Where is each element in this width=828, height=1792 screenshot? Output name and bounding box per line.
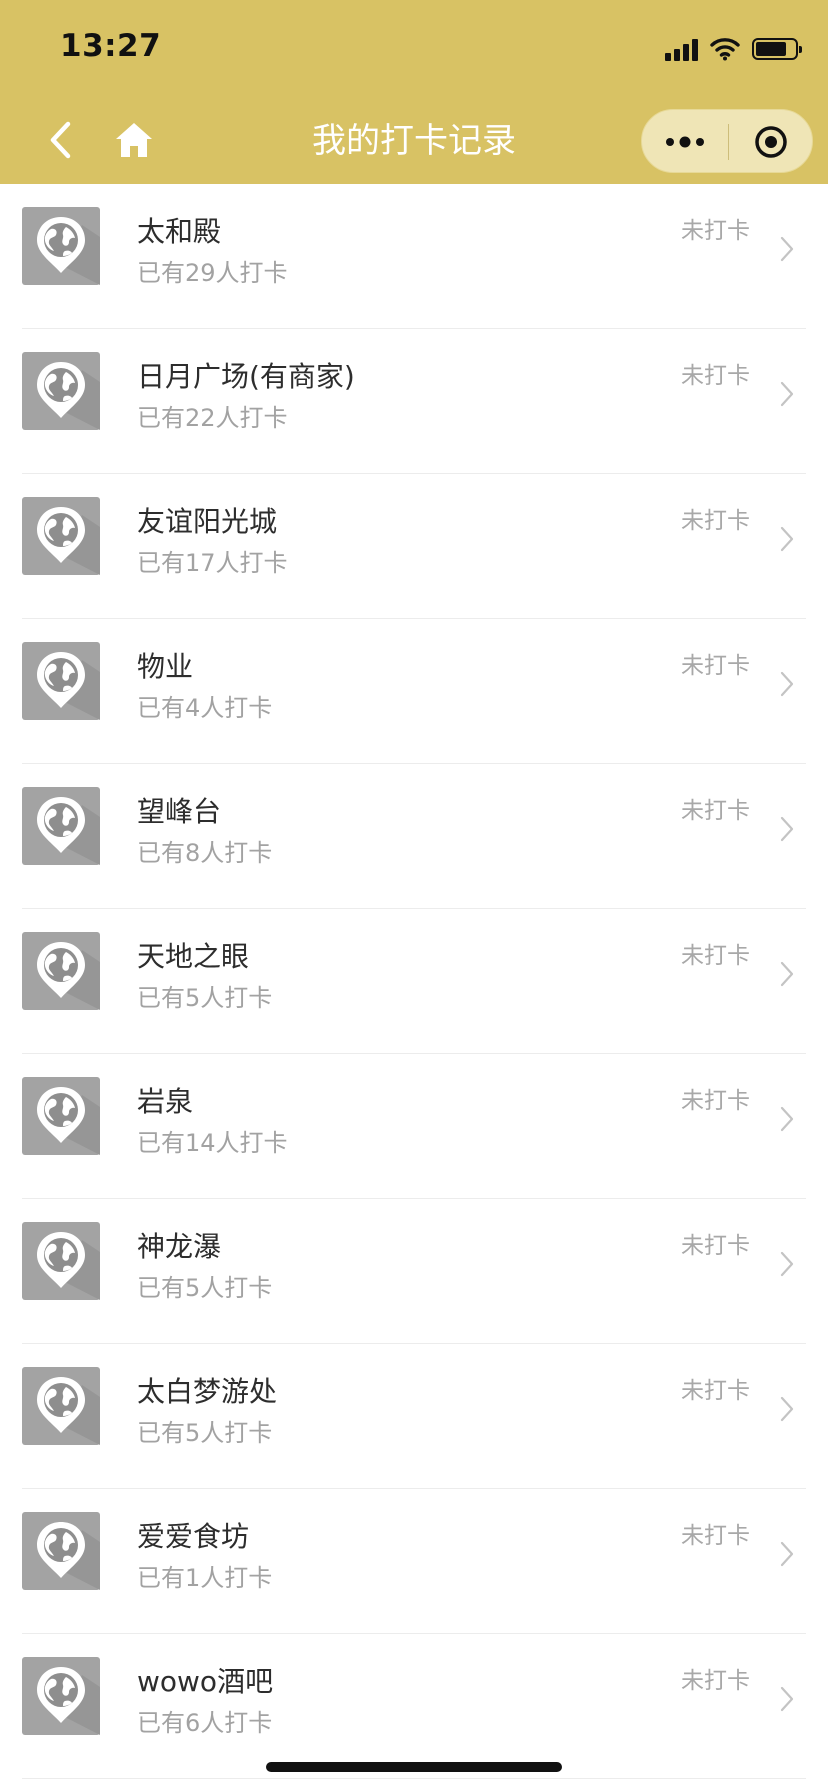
- back-button[interactable]: [40, 114, 80, 166]
- chevron-right-icon: [780, 381, 794, 407]
- chevron-right-icon: [780, 236, 794, 262]
- checkin-count: 已有4人打卡: [137, 694, 273, 722]
- home-indicator: [266, 1762, 562, 1772]
- list-item[interactable]: 爱爱食坊 已有1人打卡 未打卡: [0, 1489, 828, 1634]
- list-item[interactable]: 天地之眼 已有5人打卡 未打卡: [0, 909, 828, 1054]
- checkin-status: 未打卡: [681, 943, 750, 969]
- place-name: 物业: [137, 650, 194, 683]
- checkin-count: 已有17人打卡: [137, 549, 288, 577]
- checkin-status: 未打卡: [681, 798, 750, 824]
- checkin-status: 未打卡: [681, 1523, 750, 1549]
- checkin-status: 未打卡: [681, 508, 750, 534]
- place-name: 岩泉: [137, 1085, 194, 1118]
- globe-location-pin-icon: [22, 642, 100, 720]
- battery-icon: [752, 38, 802, 60]
- list-item[interactable]: 太和殿 已有29人打卡 未打卡: [0, 184, 828, 329]
- checkin-count: 已有1人打卡: [137, 1564, 273, 1592]
- list-item[interactable]: wowo酒吧 已有6人打卡 未打卡: [0, 1634, 828, 1779]
- globe-location-pin-icon: [22, 1367, 100, 1445]
- place-name: 友谊阳光城: [137, 505, 278, 538]
- checkin-count: 已有5人打卡: [137, 1419, 273, 1447]
- place-name: 日月广场(有商家): [137, 360, 355, 393]
- place-name: 望峰台: [137, 795, 222, 828]
- more-button[interactable]: [642, 110, 728, 174]
- globe-location-pin-icon: [22, 1657, 100, 1735]
- checkin-status: 未打卡: [681, 218, 750, 244]
- checkin-status: 未打卡: [681, 363, 750, 389]
- list-item[interactable]: 太白梦游处 已有5人打卡 未打卡: [0, 1344, 828, 1489]
- place-name: 爱爱食坊: [137, 1520, 250, 1553]
- page-title: 我的打卡记录: [312, 121, 516, 161]
- chevron-right-icon: [780, 1396, 794, 1422]
- list-item[interactable]: 日月广场(有商家) 已有22人打卡 未打卡: [0, 329, 828, 474]
- checkin-count: 已有5人打卡: [137, 984, 273, 1012]
- chevron-right-icon: [780, 816, 794, 842]
- globe-location-pin-icon: [22, 352, 100, 430]
- mini-program-capsule: [641, 109, 813, 173]
- header-bar: 13:27 我的打卡记录: [0, 0, 828, 184]
- target-circle-icon: [755, 126, 787, 158]
- wifi-icon: [710, 38, 740, 61]
- list-item[interactable]: 物业 已有4人打卡 未打卡: [0, 619, 828, 764]
- more-dots-icon: [666, 136, 704, 148]
- chevron-right-icon: [780, 526, 794, 552]
- place-name: 神龙瀑: [137, 1230, 222, 1263]
- globe-location-pin-icon: [22, 1077, 100, 1155]
- list-item[interactable]: 友谊阳光城 已有17人打卡 未打卡: [0, 474, 828, 619]
- checkin-count: 已有14人打卡: [137, 1129, 288, 1157]
- list-item[interactable]: 岩泉 已有14人打卡 未打卡: [0, 1054, 828, 1199]
- close-button[interactable]: [728, 110, 814, 174]
- checkin-count: 已有6人打卡: [137, 1709, 273, 1737]
- chevron-left-icon: [50, 121, 71, 159]
- home-button[interactable]: [110, 114, 158, 166]
- list-item[interactable]: 神龙瀑 已有5人打卡 未打卡: [0, 1199, 828, 1344]
- status-icons: [665, 34, 802, 64]
- chevron-right-icon: [780, 671, 794, 697]
- checkin-status: 未打卡: [681, 1668, 750, 1694]
- checkin-count: 已有29人打卡: [137, 259, 288, 287]
- globe-location-pin-icon: [22, 787, 100, 865]
- chevron-right-icon: [780, 961, 794, 987]
- chevron-right-icon: [780, 1686, 794, 1712]
- chevron-right-icon: [780, 1541, 794, 1567]
- checkin-status: 未打卡: [681, 1088, 750, 1114]
- globe-location-pin-icon: [22, 497, 100, 575]
- cellular-signal-icon: [665, 37, 698, 61]
- list-item[interactable]: 望峰台 已有8人打卡 未打卡: [0, 764, 828, 909]
- status-time: 13:27: [60, 28, 162, 64]
- checkin-status: 未打卡: [681, 1378, 750, 1404]
- place-name: wowo酒吧: [137, 1665, 274, 1698]
- app-screen: 13:27 我的打卡记录 太和殿 已有29人打卡 未打卡 日月广场(有商家) 已…: [0, 0, 828, 1792]
- checkin-status: 未打卡: [681, 1233, 750, 1259]
- globe-location-pin-icon: [22, 207, 100, 285]
- place-name: 太和殿: [137, 215, 222, 248]
- globe-location-pin-icon: [22, 932, 100, 1010]
- place-name: 天地之眼: [137, 940, 250, 973]
- checkin-list: 太和殿 已有29人打卡 未打卡 日月广场(有商家) 已有22人打卡 未打卡 友谊…: [0, 184, 828, 1779]
- chevron-right-icon: [780, 1106, 794, 1132]
- home-icon: [116, 123, 152, 157]
- checkin-count: 已有8人打卡: [137, 839, 273, 867]
- chevron-right-icon: [780, 1251, 794, 1277]
- checkin-count: 已有5人打卡: [137, 1274, 273, 1302]
- checkin-count: 已有22人打卡: [137, 404, 288, 432]
- place-name: 太白梦游处: [137, 1375, 278, 1408]
- globe-location-pin-icon: [22, 1512, 100, 1590]
- globe-location-pin-icon: [22, 1222, 100, 1300]
- checkin-status: 未打卡: [681, 653, 750, 679]
